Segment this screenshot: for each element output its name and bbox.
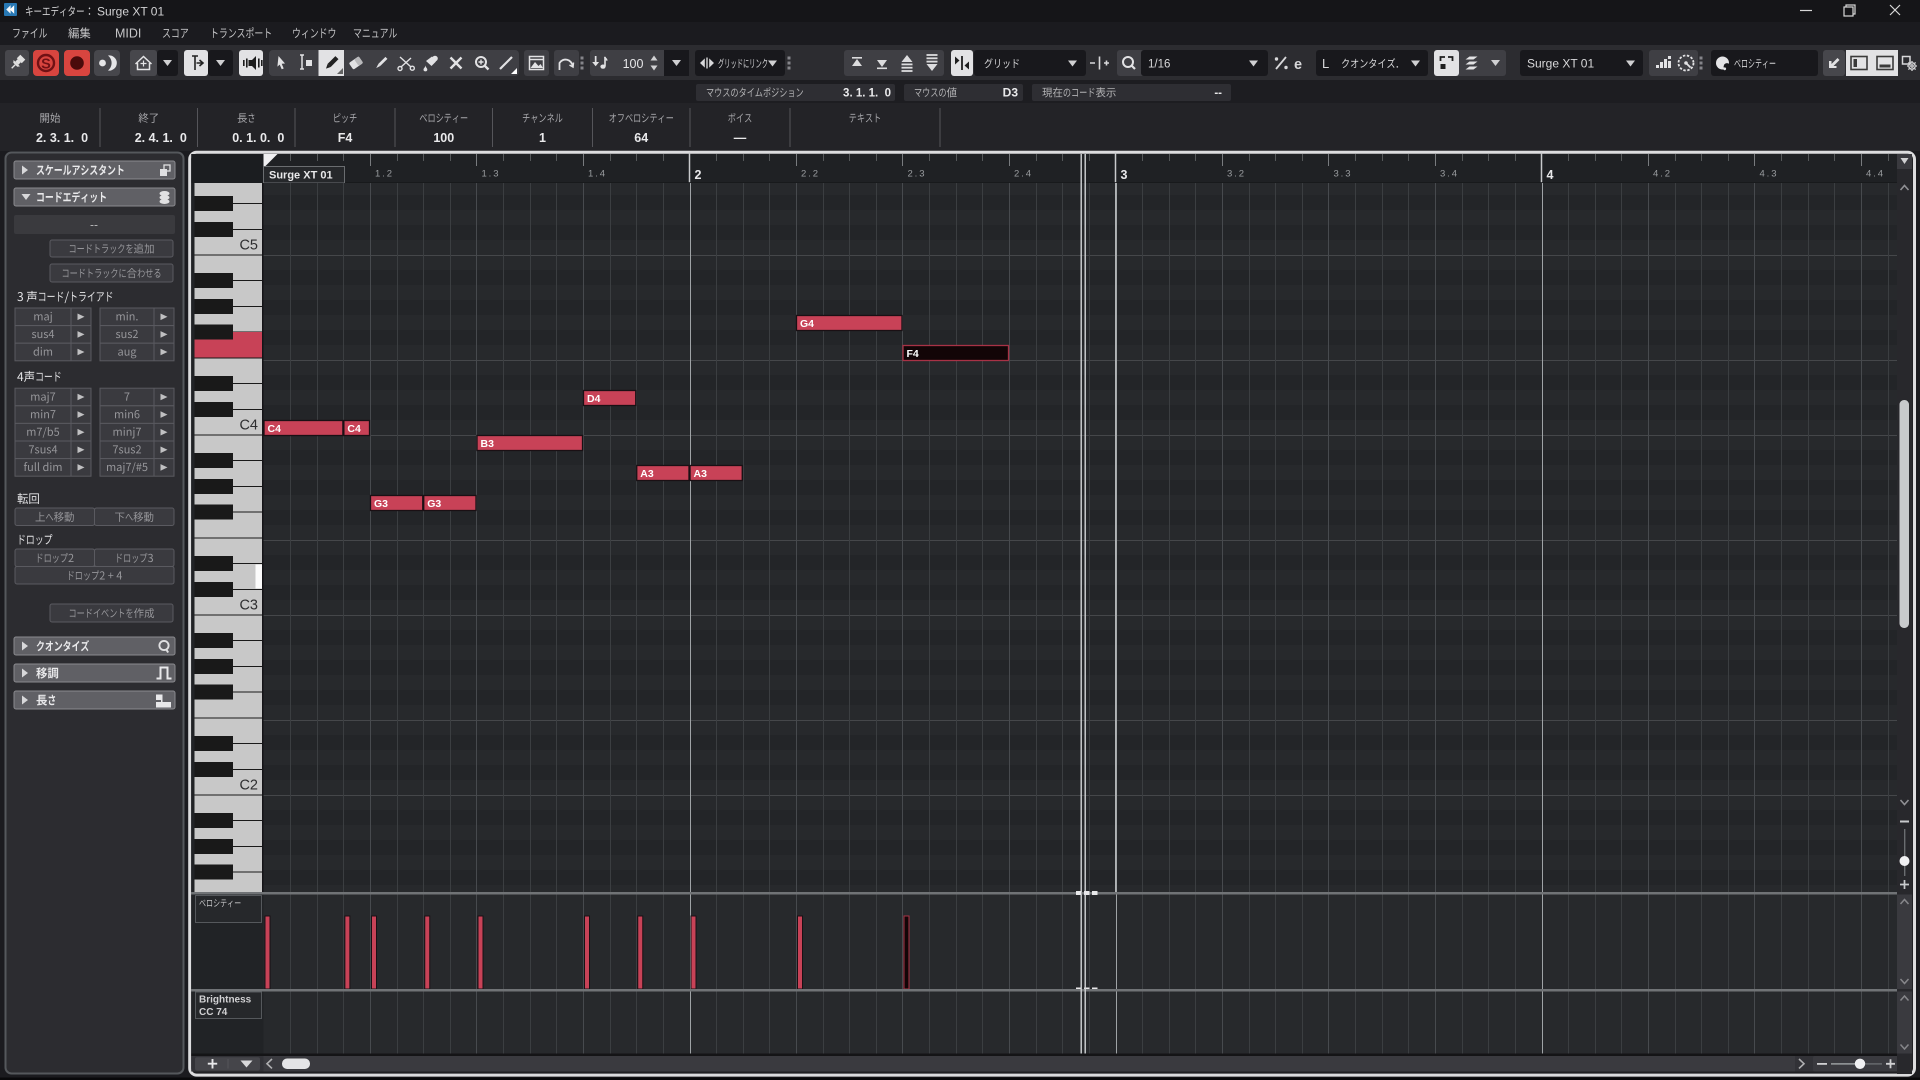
svg-text:100: 100 bbox=[433, 131, 454, 145]
svg-text:Surge XT 01: Surge XT 01 bbox=[97, 5, 164, 19]
svg-text:4 . 3: 4 . 3 bbox=[1760, 169, 1777, 180]
svg-text:3 . 2: 3 . 2 bbox=[1227, 169, 1244, 180]
svg-text:G3: G3 bbox=[374, 498, 388, 510]
svg-text:64: 64 bbox=[634, 131, 648, 145]
svg-text:--: -- bbox=[1214, 88, 1222, 100]
svg-text:e: e bbox=[1294, 57, 1302, 73]
svg-text:1/16: 1/16 bbox=[1148, 59, 1170, 71]
svg-text:4 . 2: 4 . 2 bbox=[1653, 169, 1670, 180]
svg-text:C4: C4 bbox=[268, 423, 282, 435]
svg-text:D3: D3 bbox=[1003, 86, 1019, 100]
svg-text:—: — bbox=[734, 131, 747, 145]
svg-text:1 . 2: 1 . 2 bbox=[375, 169, 392, 180]
svg-text:MIDI: MIDI bbox=[115, 27, 141, 41]
svg-text:100: 100 bbox=[623, 57, 644, 71]
svg-text:C4: C4 bbox=[347, 423, 361, 435]
svg-text:G4: G4 bbox=[800, 318, 814, 330]
svg-text:2: 2 bbox=[695, 168, 702, 182]
svg-text:C5: C5 bbox=[239, 238, 258, 254]
svg-text:4: 4 bbox=[1547, 168, 1554, 182]
svg-text:1 . 4: 1 . 4 bbox=[588, 169, 605, 180]
svg-text:Brightness: Brightness bbox=[199, 995, 252, 1006]
svg-text:3 . 4: 3 . 4 bbox=[1440, 169, 1457, 180]
svg-text:2 . 2: 2 . 2 bbox=[801, 169, 818, 180]
svg-text:2 . 4: 2 . 4 bbox=[1014, 169, 1031, 180]
svg-text:CC 74: CC 74 bbox=[199, 1007, 228, 1018]
svg-text:F4: F4 bbox=[907, 348, 919, 360]
svg-text:0. 1. 0. 0: 0. 1. 0. 0 bbox=[232, 131, 284, 145]
svg-text:2. 4. 1. 0: 2. 4. 1. 0 bbox=[135, 131, 187, 145]
svg-text:2. 3. 1. 0: 2. 3. 1. 0 bbox=[36, 131, 88, 145]
svg-text:A3: A3 bbox=[640, 468, 654, 480]
svg-text:Surge XT 01: Surge XT 01 bbox=[1527, 57, 1594, 71]
svg-text:--: -- bbox=[90, 218, 98, 232]
svg-text:C2: C2 bbox=[239, 778, 258, 794]
svg-text:1 . 3: 1 . 3 bbox=[482, 169, 499, 180]
svg-text:1: 1 bbox=[539, 131, 546, 145]
svg-text:3. 1. 1. 0: 3. 1. 1. 0 bbox=[843, 88, 891, 100]
svg-text:2 . 3: 2 . 3 bbox=[908, 169, 925, 180]
svg-text:Surge XT 01: Surge XT 01 bbox=[269, 170, 333, 182]
svg-text:S: S bbox=[41, 57, 51, 73]
svg-text:4 . 4: 4 . 4 bbox=[1866, 169, 1883, 180]
svg-text:F4: F4 bbox=[338, 131, 353, 145]
svg-text:3: 3 bbox=[1121, 168, 1128, 182]
svg-text:C3: C3 bbox=[239, 598, 258, 614]
svg-text:L: L bbox=[1322, 56, 1329, 71]
svg-text:B3: B3 bbox=[481, 438, 495, 450]
svg-text:3 . 3: 3 . 3 bbox=[1334, 169, 1351, 180]
svg-text:A3: A3 bbox=[694, 468, 708, 480]
svg-text:G3: G3 bbox=[427, 498, 441, 510]
svg-text:C4: C4 bbox=[239, 418, 258, 434]
svg-text:D4: D4 bbox=[587, 393, 601, 405]
